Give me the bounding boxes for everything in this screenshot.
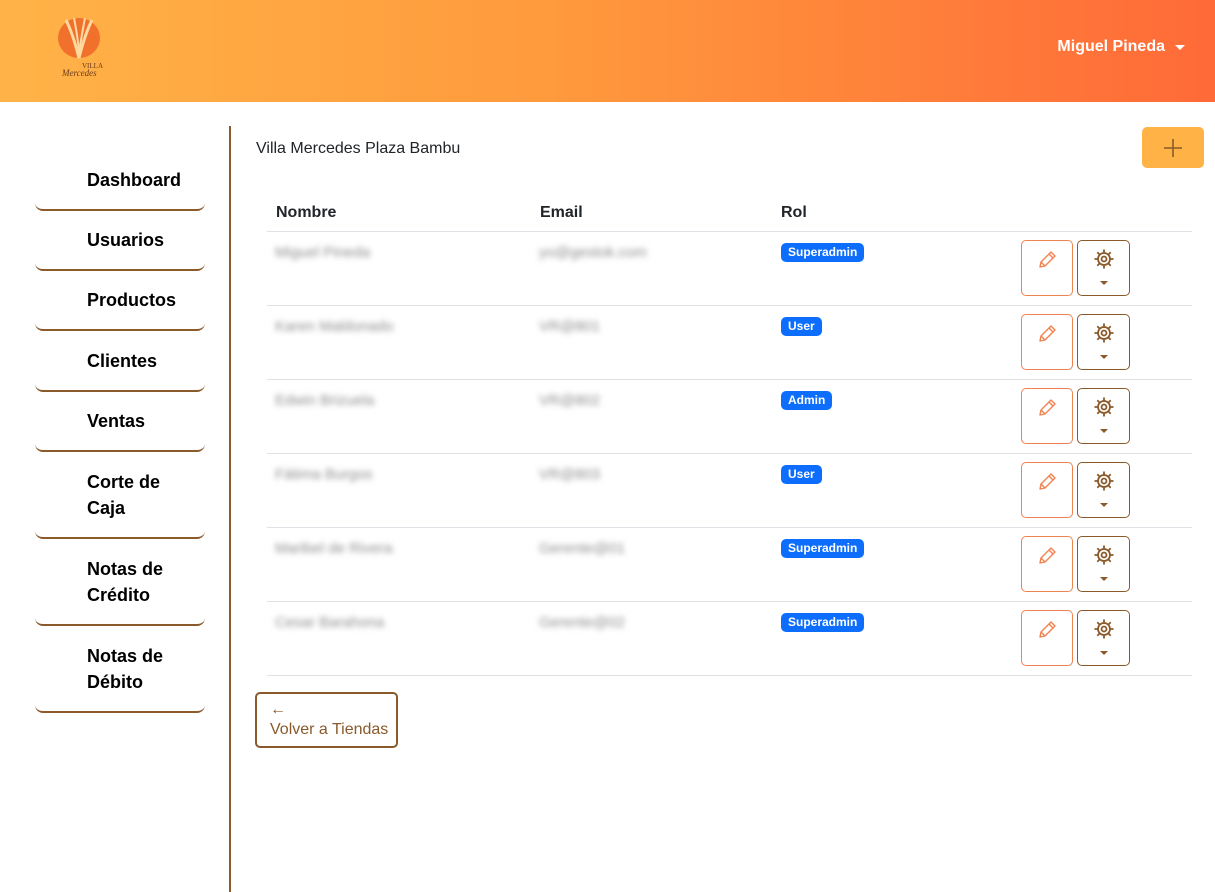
role-badge: Superadmin (781, 539, 865, 558)
sidebar-item-label: Clientes (87, 350, 158, 371)
sidebar-item-dashboard[interactable]: Dashboard (35, 150, 205, 211)
sidebar-item-usuarios[interactable]: Usuarios (35, 211, 205, 271)
gear-icon (1093, 544, 1115, 571)
edit-user-button[interactable] (1021, 610, 1073, 666)
users-table: Nombre Email Rol Miguel Pineda yo@gestok.… (267, 194, 1192, 676)
gear-icon (1093, 322, 1115, 349)
sidebar-item-label: Corte de Caja (87, 471, 161, 518)
store-title: Villa Mercedes Plaza Bambu (256, 140, 461, 157)
edit-user-button[interactable] (1021, 240, 1073, 296)
user-name-cell: Maribel de Rivera (275, 540, 393, 557)
caret-down-icon (1099, 651, 1108, 655)
caret-down-icon (1099, 281, 1108, 285)
edit-user-button[interactable] (1021, 388, 1073, 444)
column-header-nombre: Nombre (276, 204, 337, 221)
user-email-cell: Gerente@02 (539, 614, 626, 631)
gear-icon (1093, 470, 1115, 497)
user-email-cell: Gerente@01 (539, 540, 626, 557)
table-row: Fátima Burgos VR@803 User (267, 454, 1192, 528)
user-settings-dropdown-button[interactable] (1077, 610, 1130, 666)
user-email-cell: yo@gestok.com (539, 244, 647, 261)
user-name-cell: Karen Maldonado (275, 318, 394, 335)
sidebar-item-corte-de-caja[interactable]: Corte de Caja (35, 452, 205, 539)
pencil-icon (1036, 471, 1058, 517)
sidebar-item-label: Ventas (87, 411, 146, 431)
user-name: Miguel Pineda (1057, 38, 1165, 55)
pencil-icon (1036, 397, 1058, 443)
svg-text:Mercedes: Mercedes (61, 68, 97, 78)
user-settings-dropdown-button[interactable] (1077, 536, 1130, 592)
user-email-cell: VR@803 (539, 466, 601, 483)
sidebar-item-label: Notas de Débito (87, 645, 164, 692)
sidebar-item-clientes[interactable]: Clientes (35, 331, 205, 392)
role-badge: User (781, 317, 822, 336)
table-header: Nombre Email Rol (267, 194, 1192, 232)
pencil-icon (1036, 249, 1058, 295)
caret-down-icon (1099, 355, 1108, 359)
table-row: Miguel Pineda yo@gestok.com Superadmin (267, 232, 1192, 306)
sidebar-item-label: Notas de Crédito (87, 558, 164, 605)
table-row: Edwin Brizuela VR@802 Admin (267, 380, 1192, 454)
user-name-cell: Fátima Burgos (275, 466, 373, 483)
arrow-left-icon: ← (270, 701, 286, 718)
role-badge: Admin (781, 391, 833, 410)
role-badge: User (781, 465, 822, 484)
sidebar-item-ventas[interactable]: Ventas (35, 392, 205, 452)
sidebar-item-notas-de-credito[interactable]: Notas de Crédito (35, 539, 205, 626)
sidebar-item-label: Usuarios (87, 230, 165, 250)
table-row: Cesar Barahona Gerente@02 Superadmin (267, 602, 1192, 676)
sidebar-divider (229, 126, 231, 892)
user-name-cell: Cesar Barahona (275, 614, 385, 631)
sidebar-item-label: Productos (87, 290, 177, 310)
add-user-button[interactable] (1142, 127, 1204, 168)
column-header-rol: Rol (781, 204, 807, 221)
user-email-cell: VR@801 (539, 318, 601, 335)
pencil-icon (1036, 323, 1058, 369)
edit-user-button[interactable] (1021, 462, 1073, 518)
top-header: VILLA Mercedes Miguel Pineda (0, 0, 1215, 102)
edit-user-button[interactable] (1021, 536, 1073, 592)
edit-user-button[interactable] (1021, 314, 1073, 370)
role-badge: Superadmin (781, 613, 865, 632)
column-header-email: Email (540, 204, 583, 221)
sidebar-nav: Dashboard Usuarios Productos Clientes Ve… (35, 150, 205, 713)
user-email-cell: VR@802 (539, 392, 601, 409)
back-to-stores-button[interactable]: ← Volver a Tiendas (255, 692, 398, 748)
user-settings-dropdown-button[interactable] (1077, 388, 1130, 444)
table-row: Maribel de Rivera Gerente@01 Superadmin (267, 528, 1192, 602)
caret-down-icon (1099, 429, 1108, 433)
pencil-icon (1036, 619, 1058, 665)
sidebar-item-label: Dashboard (87, 169, 182, 190)
role-badge: Superadmin (781, 243, 865, 262)
table-row: Karen Maldonado VR@801 User (267, 306, 1192, 380)
back-button-label: Volver a Tiendas (270, 721, 389, 738)
gear-icon (1093, 248, 1115, 275)
caret-down-icon (1099, 503, 1108, 507)
villa-mercedes-logo[interactable]: VILLA Mercedes (52, 12, 110, 82)
gear-icon (1093, 618, 1115, 645)
caret-down-icon (1099, 577, 1108, 581)
user-name-cell: Edwin Brizuela (275, 392, 375, 409)
sidebar-item-notas-de-debito[interactable]: Notas de Débito (35, 626, 205, 713)
plus-icon (1164, 138, 1182, 157)
user-settings-dropdown-button[interactable] (1077, 314, 1130, 370)
user-settings-dropdown-button[interactable] (1077, 462, 1130, 518)
user-settings-dropdown-button[interactable] (1077, 240, 1130, 296)
sidebar-item-productos[interactable]: Productos (35, 271, 205, 331)
caret-down-icon (1175, 44, 1185, 50)
user-menu-dropdown[interactable]: Miguel Pineda (1057, 38, 1185, 56)
gear-icon (1093, 396, 1115, 423)
user-name-cell: Miguel Pineda (275, 244, 371, 261)
pencil-icon (1036, 545, 1058, 591)
